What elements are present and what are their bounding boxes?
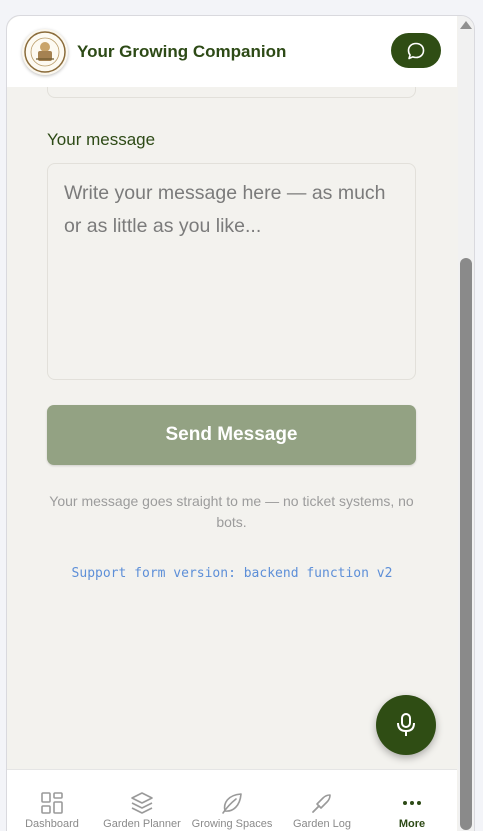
more-dots-icon xyxy=(399,790,425,816)
layers-icon xyxy=(129,790,155,816)
nav-label: Garden Log xyxy=(292,818,352,830)
microphone-icon xyxy=(397,713,415,736)
scroll-up-arrow-icon[interactable] xyxy=(460,21,472,29)
nav-more[interactable]: More xyxy=(367,770,457,831)
app-frame: Your message Send Message Your message g… xyxy=(6,15,475,831)
message-textarea[interactable] xyxy=(47,163,416,380)
chat-bubble-icon xyxy=(407,42,425,59)
leaf-icon xyxy=(219,790,245,816)
nav-garden-planner[interactable]: Garden Planner xyxy=(97,770,187,831)
send-message-button[interactable]: Send Message xyxy=(47,405,416,465)
nav-growing-spaces[interactable]: Growing Spaces xyxy=(187,770,277,831)
nav-label: Growing Spaces xyxy=(191,818,273,830)
nav-label: More xyxy=(398,818,426,830)
bottom-navigation: Dashboard Garden Planner Growing Spaces xyxy=(7,769,457,831)
app-header: Your Growing Companion xyxy=(7,16,457,87)
nav-label: Dashboard xyxy=(25,818,79,830)
app-title: Your Growing Companion xyxy=(77,42,287,61)
nav-label: Garden Planner xyxy=(103,818,181,830)
nav-garden-log[interactable]: Garden Log xyxy=(277,770,367,831)
nav-dashboard[interactable]: Dashboard xyxy=(7,770,97,831)
scrollbar-thumb[interactable] xyxy=(460,258,472,830)
chat-button[interactable] xyxy=(391,33,441,68)
form-note: Your message goes straight to me — no ti… xyxy=(49,493,414,530)
version-text: Support form version: backend function v… xyxy=(71,566,393,581)
microphone-button[interactable] xyxy=(376,695,436,755)
message-label: Your message xyxy=(47,130,156,149)
trowel-icon xyxy=(309,790,335,816)
dashboard-grid-icon xyxy=(39,790,65,816)
garden-logo-icon[interactable] xyxy=(22,29,68,75)
